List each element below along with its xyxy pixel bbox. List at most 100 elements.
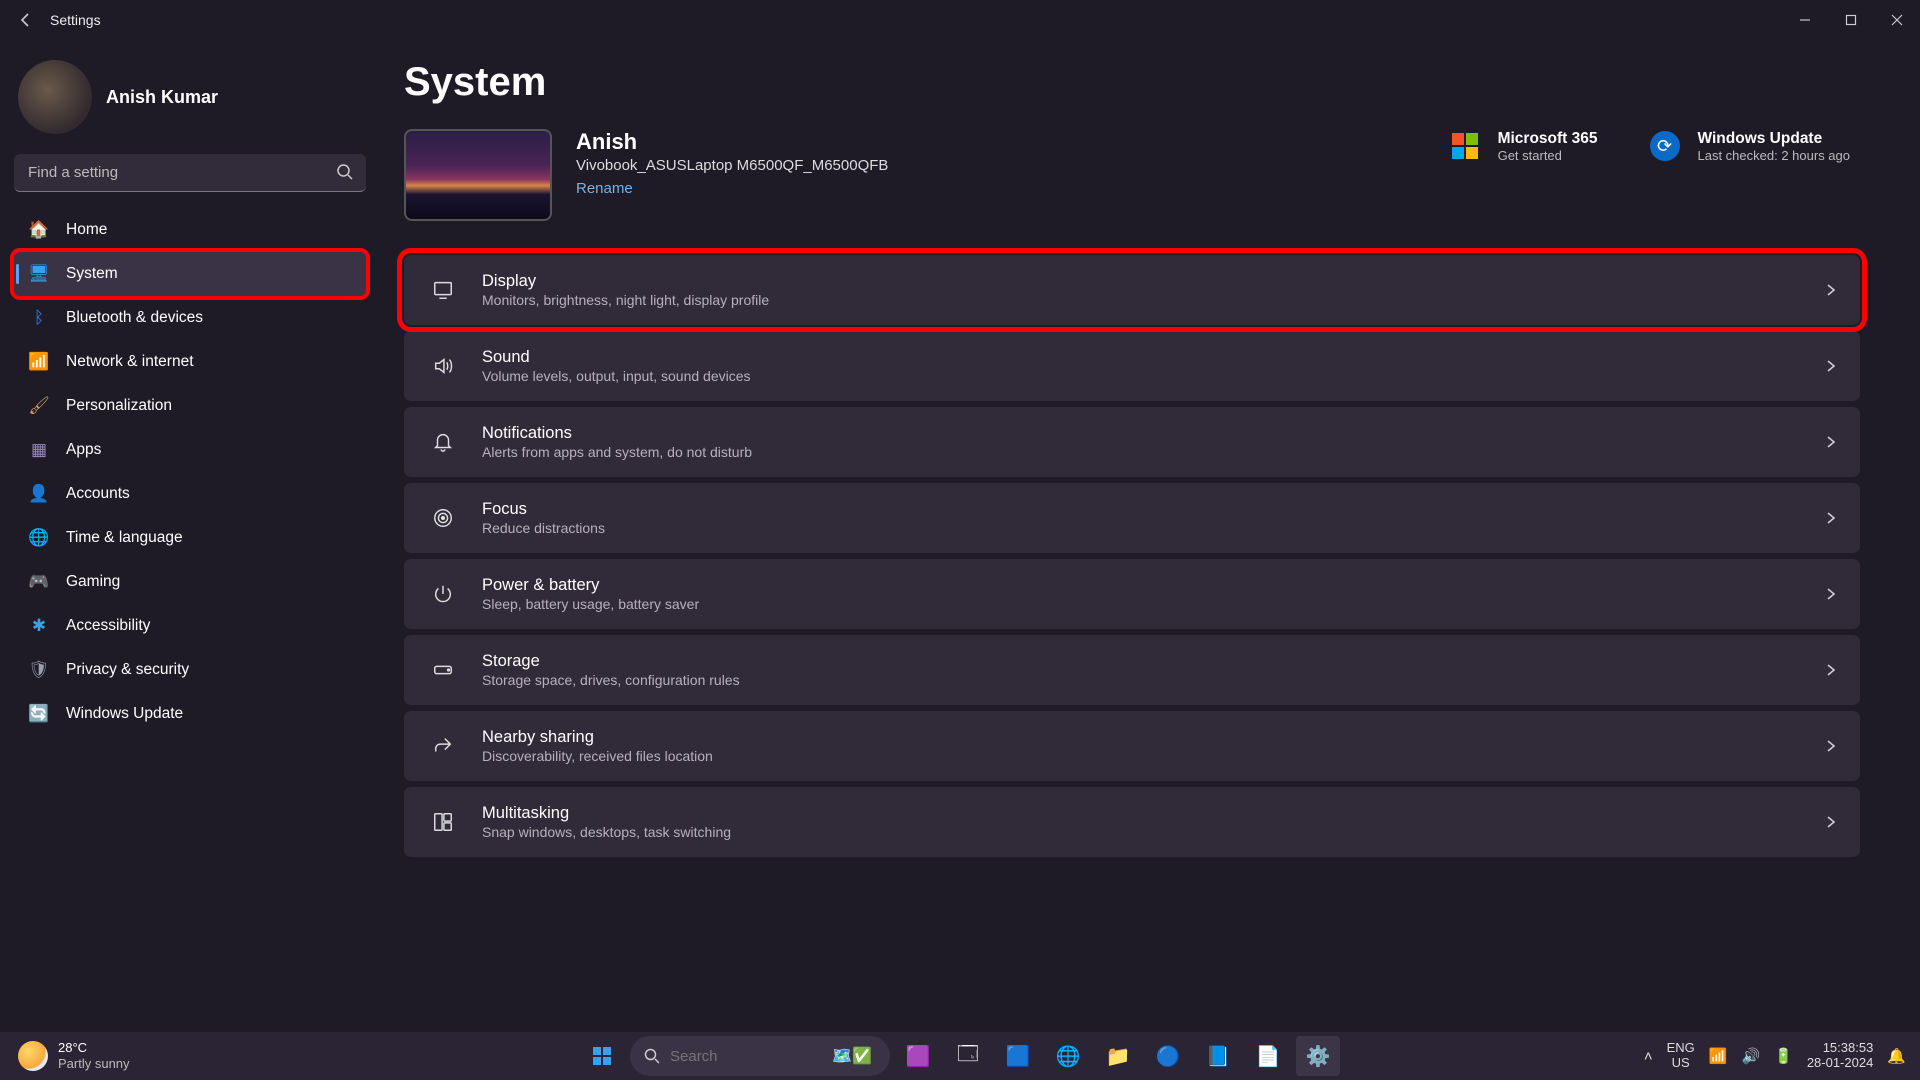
window-title: Settings <box>50 12 101 28</box>
device-model: Vivobook_ASUSLaptop M6500QF_M6500QFB <box>576 157 888 174</box>
gaming-icon: 🎮 <box>28 571 50 593</box>
taskbar-settings[interactable]: ⚙️ <box>1296 1036 1340 1076</box>
card-subtitle: Sleep, battery usage, battery saver <box>482 596 699 612</box>
taskbar-search[interactable]: 🗺️✅ <box>630 1036 890 1076</box>
bluetooth-icon: ᛒ <box>28 307 50 329</box>
title-bar: Settings <box>0 0 1920 40</box>
taskbar-explorer[interactable]: 📁 <box>1096 1036 1140 1076</box>
sidebar-item-home[interactable]: 🏠Home <box>14 208 366 252</box>
sidebar-item-privacy[interactable]: 🛡Privacy & security <box>14 648 366 692</box>
taskbar-copilot[interactable]: 🟪 <box>896 1036 940 1076</box>
microsoft-icon <box>1448 129 1482 163</box>
taskbar-weather[interactable]: 28°C Partly sunny <box>0 1040 130 1071</box>
search-input[interactable] <box>14 154 366 192</box>
sidebar-item-update[interactable]: 🔄 Windows Update <box>14 692 366 736</box>
tray-language[interactable]: ENG US <box>1667 1041 1695 1071</box>
card-title: Focus <box>482 500 605 519</box>
sidebar-item-label: Personalization <box>66 397 172 415</box>
card-sharing[interactable]: Nearby sharing Discoverability, received… <box>404 711 1860 781</box>
sidebar-item-label: Windows Update <box>66 705 183 723</box>
card-storage[interactable]: Storage Storage space, drives, configura… <box>404 635 1860 705</box>
sidebar: Anish Kumar 🏠Home 🖥 System ᛒ Bluetooth & dev… <box>0 40 380 1032</box>
maximize-button[interactable] <box>1828 4 1874 36</box>
sidebar-item-time[interactable]: 🌐 Time & language <box>14 516 366 560</box>
page-title: System <box>404 60 1860 105</box>
sidebar-item-label: Apps <box>66 441 101 459</box>
card-focus[interactable]: Focus Reduce distractions <box>404 483 1860 553</box>
sidebar-item-label: Time & language <box>66 529 183 547</box>
close-button[interactable] <box>1874 4 1920 36</box>
system-icon: 🖥 <box>28 263 50 285</box>
card-subtitle: Volume levels, output, input, sound devi… <box>482 368 751 384</box>
card-multitask[interactable]: Multitasking Snap windows, desktops, tas… <box>404 787 1860 857</box>
user-name: Anish Kumar <box>106 87 218 108</box>
back-button[interactable] <box>10 4 42 36</box>
tray-overflow[interactable]: ˄ <box>1644 1048 1653 1065</box>
sidebar-item-accessibility[interactable]: ✱Accessibility <box>14 604 366 648</box>
apps-icon: ▦ <box>28 439 50 461</box>
taskbar-notepad[interactable]: 📄 <box>1246 1036 1290 1076</box>
taskbar-chrome[interactable]: 🔵 <box>1146 1036 1190 1076</box>
time-icon: 🌐 <box>28 527 50 549</box>
card-subtitle: Alerts from apps and system, do not dist… <box>482 444 752 460</box>
taskbar: 28°C Partly sunny 🗺️✅ 🟪 🗔 🟦 🌐 📁 🔵 📘 📄 ⚙️… <box>0 1032 1920 1080</box>
card-title: Sound <box>482 348 751 367</box>
card-title: Notifications <box>482 424 752 443</box>
main-content: System Anish Vivobook_ASUSLaptop M6500QF… <box>380 40 1920 1032</box>
chevron-right-icon <box>1824 283 1838 297</box>
wifi-icon[interactable]: 📶 <box>1709 1047 1728 1065</box>
search-icon <box>644 1048 660 1064</box>
avatar <box>18 60 92 134</box>
chevron-right-icon <box>1824 587 1838 601</box>
minimize-button[interactable] <box>1782 4 1828 36</box>
volume-icon[interactable]: 🔊 <box>1741 1047 1760 1065</box>
taskbar-word[interactable]: 📘 <box>1196 1036 1240 1076</box>
user-profile[interactable]: Anish Kumar <box>14 50 366 154</box>
card-power[interactable]: Power & battery Sleep, battery usage, ba… <box>404 559 1860 629</box>
taskbar-search-input[interactable] <box>670 1048 790 1065</box>
card-title: Display <box>482 272 769 291</box>
accounts-icon: 👤 <box>28 483 50 505</box>
quicklink-microsoft365[interactable]: Microsoft 365 Get started <box>1448 129 1598 163</box>
sidebar-item-label: Home <box>66 221 107 239</box>
personalization-icon: 🖌 <box>28 395 50 417</box>
storage-icon <box>426 659 460 681</box>
sidebar-item-label: System <box>66 265 118 283</box>
card-subtitle: Discoverability, received files location <box>482 748 713 764</box>
sidebar-item-system[interactable]: 🖥 System <box>14 252 366 296</box>
update-icon: 🔄 <box>28 703 50 725</box>
sidebar-item-label: Accessibility <box>66 617 150 635</box>
sidebar-item-label: Bluetooth & devices <box>66 309 203 327</box>
search-icon <box>336 163 354 181</box>
sidebar-item-label: Network & internet <box>66 353 194 371</box>
sidebar-item-accounts[interactable]: 👤Accounts <box>14 472 366 516</box>
card-display[interactable]: Display Monitors, brightness, night ligh… <box>404 255 1860 325</box>
network-icon: 📶 <box>28 351 50 373</box>
card-title: Multitasking <box>482 804 731 823</box>
card-title: Storage <box>482 652 740 671</box>
taskbar-app-1[interactable]: 🟦 <box>996 1036 1040 1076</box>
card-subtitle: Snap windows, desktops, task switching <box>482 824 731 840</box>
quicklink-windows-update[interactable]: ⟳ Windows Update Last checked: 2 hours a… <box>1648 129 1851 163</box>
card-sound[interactable]: Sound Volume levels, output, input, soun… <box>404 331 1860 401</box>
search-box[interactable] <box>14 154 366 192</box>
sidebar-item-network[interactable]: 📶 Network & internet <box>14 340 366 384</box>
sidebar-item-gaming[interactable]: 🎮 Gaming <box>14 560 366 604</box>
privacy-icon: 🛡 <box>28 659 50 681</box>
taskbar-edge[interactable]: 🌐 <box>1046 1036 1090 1076</box>
taskbar-taskview[interactable]: 🗔 <box>946 1036 990 1076</box>
sidebar-item-label: Gaming <box>66 573 120 591</box>
sidebar-item-personalization[interactable]: 🖌 Personalization <box>14 384 366 428</box>
tray-clock[interactable]: 15:38:53 28-01-2024 <box>1807 1041 1874 1071</box>
battery-icon[interactable]: 🔋 <box>1774 1047 1793 1065</box>
rename-link[interactable]: Rename <box>576 180 888 197</box>
notifications-icon[interactable]: 🔔 <box>1887 1047 1906 1065</box>
card-notifications[interactable]: Notifications Alerts from apps and syste… <box>404 407 1860 477</box>
sharing-icon <box>426 735 460 757</box>
sidebar-item-apps[interactable]: ▦ Apps <box>14 428 366 472</box>
chevron-right-icon <box>1824 359 1838 373</box>
start-button[interactable] <box>580 1036 624 1076</box>
chevron-right-icon <box>1824 663 1838 677</box>
focus-icon <box>426 507 460 529</box>
sidebar-item-bluetooth[interactable]: ᛒ Bluetooth & devices <box>14 296 366 340</box>
